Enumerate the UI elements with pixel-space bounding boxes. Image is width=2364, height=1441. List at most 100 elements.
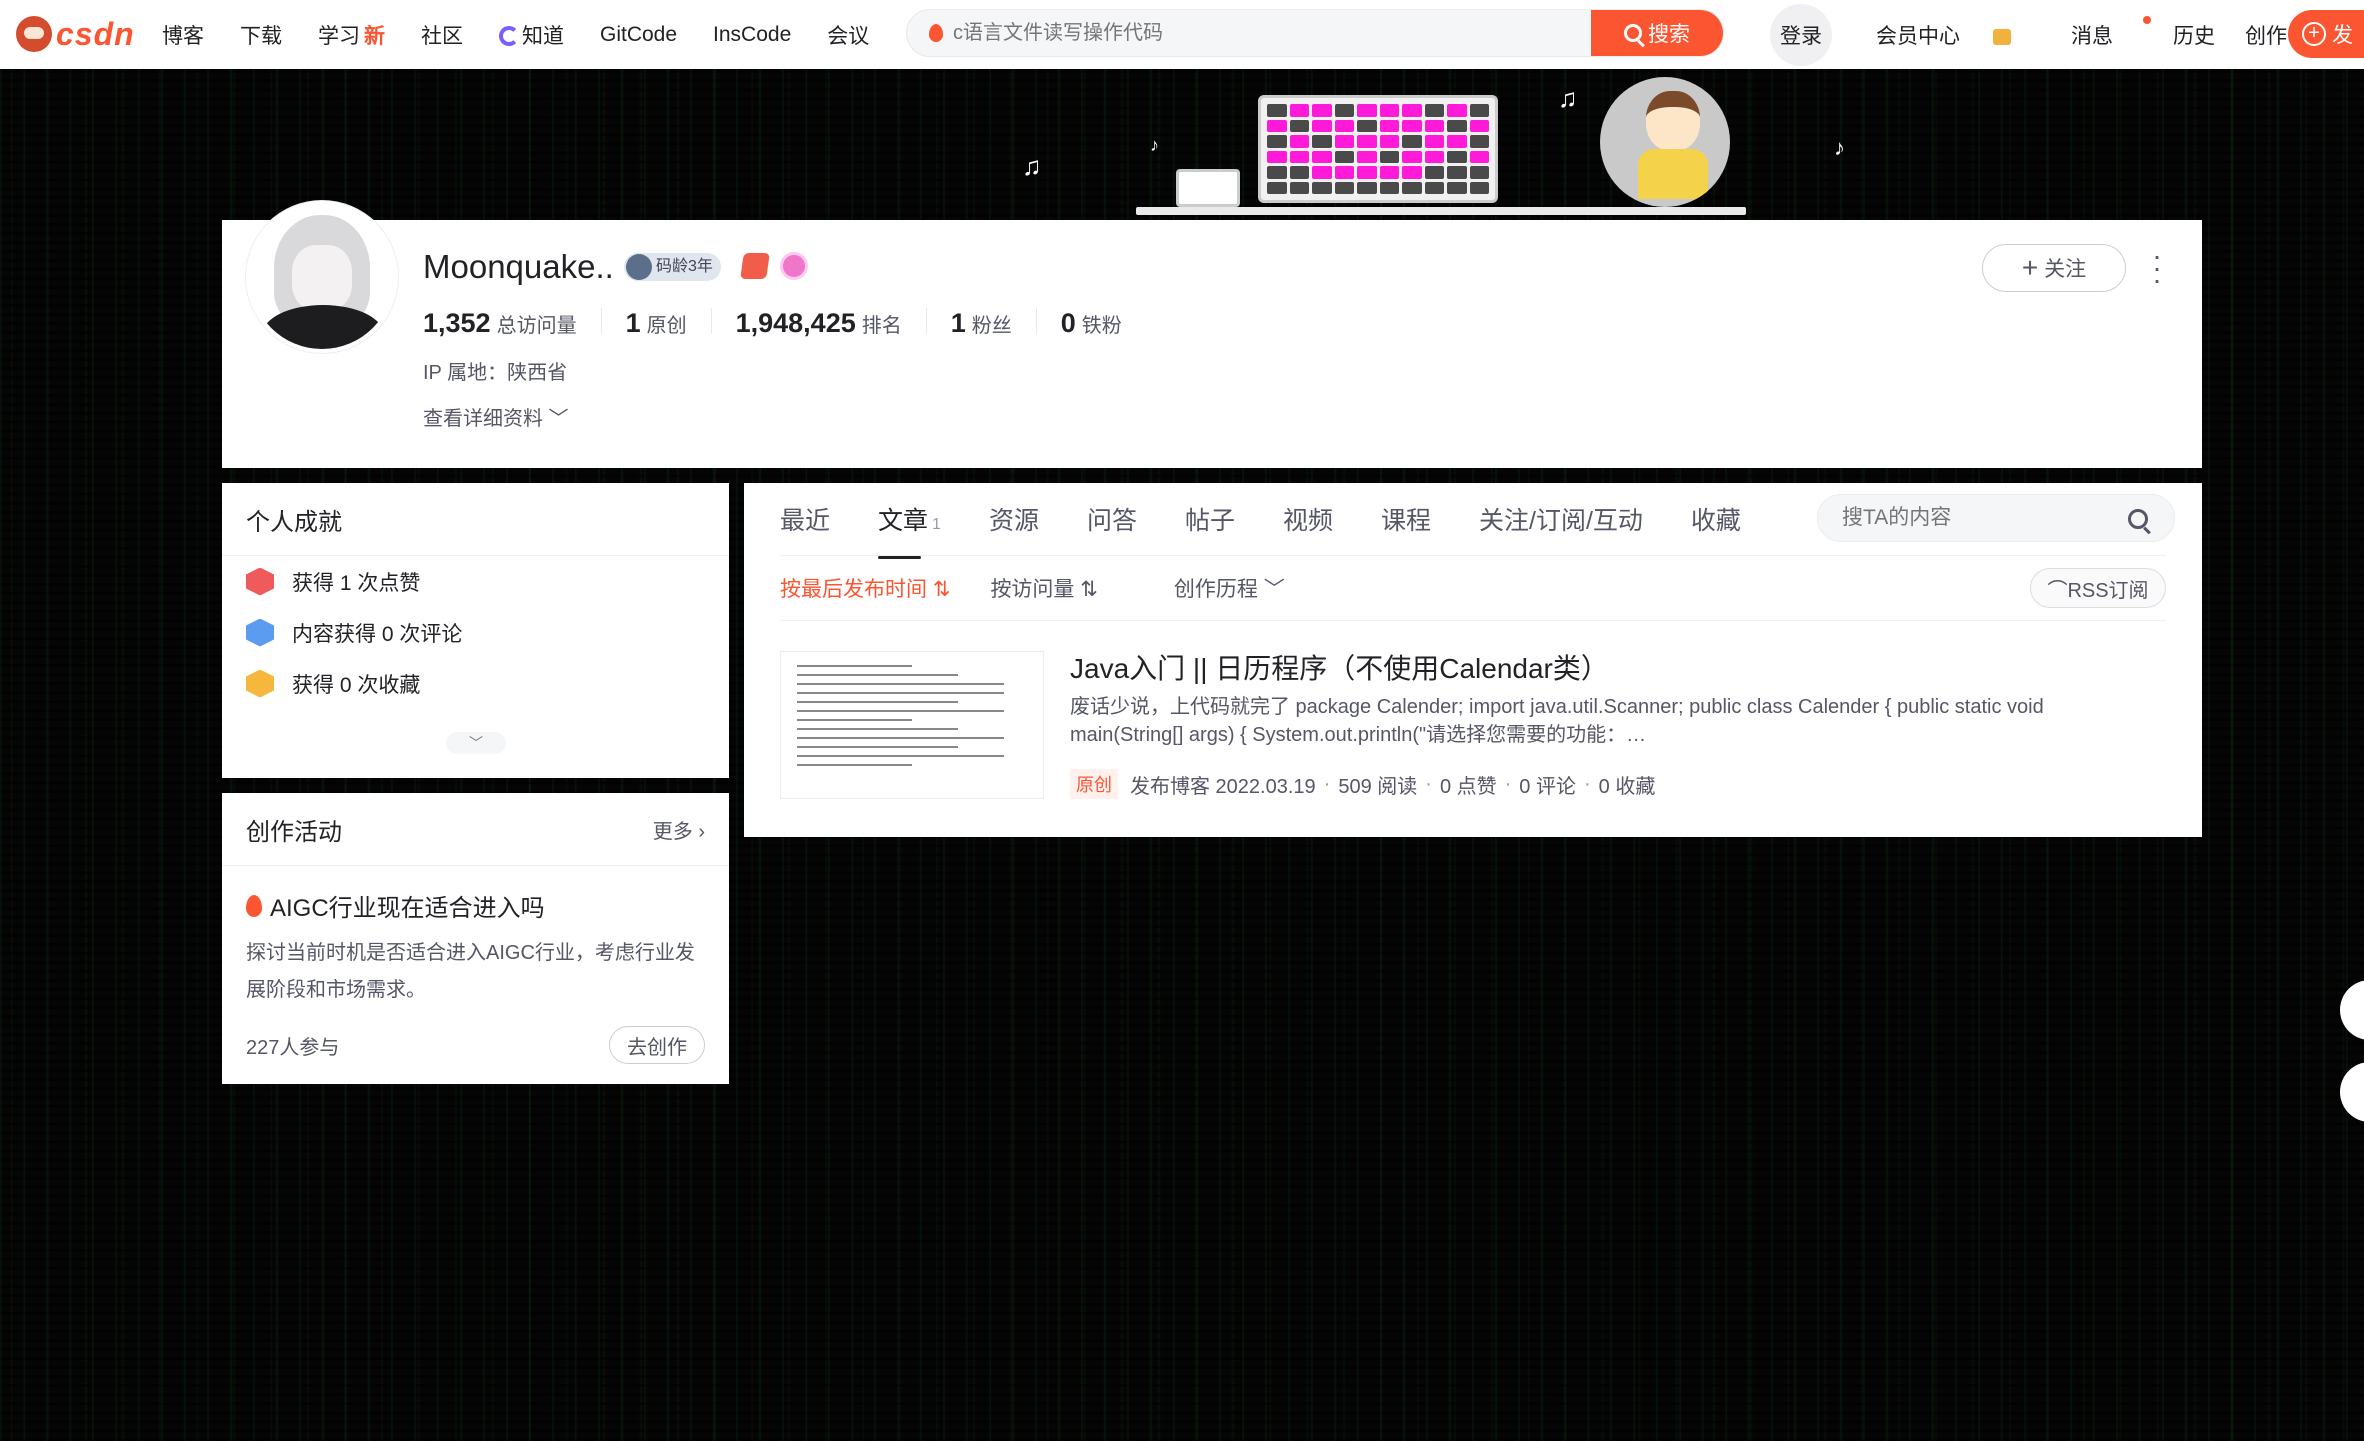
tab-courses[interactable]: 课程 <box>1381 501 1431 537</box>
creation-history-dropdown[interactable]: 创作历程 ﹀ <box>1174 573 1285 603</box>
search-icon[interactable] <box>2128 509 2148 529</box>
activity-footer: 227人参与 去创作 <box>246 1026 705 1064</box>
search-input[interactable] <box>953 10 1593 56</box>
profile-stats: 1,352 总访问量 1 原创 1,948,425 排名 1 粉丝 0 铁粉 <box>423 308 1146 338</box>
tab-posts[interactable]: 帖子 <box>1185 501 1235 537</box>
ip-location: IP 属地：陕西省 <box>423 362 568 384</box>
achievement-badge-icon[interactable] <box>780 252 808 280</box>
user-search-input[interactable] <box>1842 495 2122 541</box>
notification-dot <box>2143 15 2151 24</box>
stat-total-views: 1,352 总访问量 <box>423 308 577 338</box>
history-link[interactable]: 历史 <box>2173 20 2215 50</box>
publish-button[interactable]: + 发 <box>2288 10 2364 58</box>
avatar[interactable] <box>246 201 398 353</box>
favorite-count: 0 收藏 <box>1598 775 1656 798</box>
article-count: 1 <box>932 516 941 533</box>
participants-count: 227人参与 <box>246 1036 340 1059</box>
login-button[interactable]: 登录 <box>1770 4 1832 66</box>
more-options-icon[interactable]: · · · <box>2152 242 2162 294</box>
tab-qa[interactable]: 问答 <box>1087 501 1137 537</box>
stat-iron-fans: 0 铁粉 <box>1035 308 1146 338</box>
search-button[interactable]: 搜索 <box>1591 10 1723 56</box>
sort-views[interactable]: 按访问量 ⇅ <box>990 573 1097 603</box>
like-count: 0 点赞 <box>1439 775 1497 798</box>
tab-resources[interactable]: 资源 <box>989 501 1039 537</box>
original-tag: 原创 <box>1070 769 1118 799</box>
activity-description: 探讨当前时机是否适合进入AIGC行业，考虑行业发展阶段和市场需求。 <box>246 942 695 1001</box>
music-note-icon: ♪ <box>1150 135 1159 155</box>
zhidao-icon <box>499 25 519 46</box>
sidebar-tool-button[interactable] <box>2340 1062 2364 1122</box>
global-search: 搜索 <box>906 9 1724 57</box>
tab-favorites[interactable]: 收藏 <box>1691 501 1741 537</box>
view-details-link[interactable]: 查看详细资料 ﹀ <box>423 402 569 431</box>
music-note-icon: ♫ <box>1022 151 1042 181</box>
search-icon <box>1624 24 1642 42</box>
nav-item-community[interactable]: 社区 <box>421 20 463 50</box>
sort-bar: 按最后发布时间 ⇅ 按访问量 ⇅ 创作历程 ﹀ ⌒ RSS订阅 <box>780 555 2166 621</box>
profile-card: Moonquake.. 码龄3年 1,352 总访问量 1 原创 1,948,425… <box>222 201 2202 468</box>
article-thumbnail[interactable] <box>780 651 1044 799</box>
keyboard-illustration <box>1258 95 1498 203</box>
nav-item-download[interactable]: 下载 <box>240 20 282 50</box>
favorite-badge-icon <box>246 669 274 698</box>
plus-icon: + <box>2302 22 2326 46</box>
messages-link[interactable]: 消息 <box>2071 15 2151 50</box>
blog-badge-icon[interactable] <box>740 253 770 279</box>
user-content-search <box>1817 494 2175 542</box>
sidebar-tool-button[interactable] <box>2340 980 2364 1040</box>
achievements-title: 个人成就 <box>222 483 729 556</box>
main-nav: 博客 下载 学习新 社区 知道 GitCode InsCode 会议 <box>162 0 905 69</box>
like-badge-icon <box>246 567 274 596</box>
nav-item-blog[interactable]: 博客 <box>162 20 204 50</box>
csdn-mascot-icon <box>16 16 52 52</box>
new-badge: 新 <box>364 24 385 48</box>
more-link[interactable]: 更多 › <box>653 815 705 844</box>
chevron-down-icon: ﹀ <box>543 408 569 430</box>
creation-activity-card: 创作活动 更多 › AIGC行业现在适合进入吗 探讨当前时机是否适合进入AIGC行… <box>222 793 729 1084</box>
music-note-icon: ♪ <box>1834 135 1845 160</box>
stat-rank: 1,948,425 排名 <box>710 308 926 338</box>
tab-videos[interactable]: 视频 <box>1283 501 1333 537</box>
publish-date: 发布博客 2022.03.19 <box>1130 775 1316 798</box>
flame-icon <box>246 894 262 917</box>
tab-recent[interactable]: 最近 <box>780 501 830 537</box>
logo-text: csdn <box>56 15 135 52</box>
article-title[interactable]: Java入门 || 日历程序（不使用Calendar类） <box>1070 647 1609 687</box>
rss-subscribe-button[interactable]: ⌒ RSS订阅 <box>2030 568 2166 608</box>
nav-item-zhidao[interactable]: 知道 <box>499 20 564 50</box>
nav-item-gitcode[interactable]: GitCode <box>600 23 677 47</box>
sort-latest[interactable]: 按最后发布时间 ⇅ <box>780 573 950 603</box>
article-item[interactable]: Java入门 || 日历程序（不使用Calendar类） 废话少说，上代码就完了… <box>780 651 2166 799</box>
activity-header: 创作活动 更多 › <box>222 793 729 866</box>
user-nav: 会员中心 消息 历史 创作中心 <box>1876 0 2359 69</box>
comment-badge-icon <box>246 618 274 647</box>
gift-icon <box>1993 28 2011 45</box>
username: Moonquake.. <box>423 248 614 285</box>
desk-illustration <box>1136 207 1746 215</box>
achievement-likes: 获得 1 次点赞 <box>246 556 705 607</box>
stat-fans[interactable]: 1 粉丝 <box>925 308 1036 338</box>
rss-icon: ⌒ <box>2047 579 2068 602</box>
csdn-logo[interactable]: csdn <box>16 16 135 52</box>
expand-chevron-icon[interactable]: ﹀ <box>446 732 506 754</box>
code-age-badge[interactable]: 码龄3年 <box>624 253 721 281</box>
tab-follow-subscribe[interactable]: 关注/订阅/互动 <box>1479 501 1643 537</box>
top-navbar: csdn 博客 下载 学习新 社区 知道 GitCode InsCode 会议 … <box>0 0 2364 69</box>
go-create-button[interactable]: 去创作 <box>609 1026 705 1064</box>
content-panel: 最近 文章1 资源 问答 帖子 视频 课程 关注/订阅/互动 收藏 按最后发布时… <box>744 483 2202 837</box>
hot-flame-icon <box>929 24 943 42</box>
achievement-comments: 内容获得 0 次评论 <box>246 607 705 658</box>
article-meta: 原创 发布博客 2022.03.19 · 509 阅读 · 0 点赞 · 0 评论 · … <box>1070 769 1655 799</box>
follow-button[interactable]: + 关注 <box>1982 244 2126 292</box>
read-count: 509 阅读 <box>1338 775 1418 798</box>
article-summary: 废话少说，上代码就完了 package Calender; import jav… <box>1070 696 2044 746</box>
tab-articles[interactable]: 文章 1 <box>878 501 941 559</box>
vip-center-link[interactable]: 会员中心 <box>1876 20 2041 50</box>
comment-count: 0 评论 <box>1519 775 1576 798</box>
nav-item-learn[interactable]: 学习新 <box>318 20 385 50</box>
activity-topic[interactable]: AIGC行业现在适合进入吗 <box>246 888 705 923</box>
nav-item-inscode[interactable]: InsCode <box>713 23 791 47</box>
nav-item-meeting[interactable]: 会议 <box>827 20 869 50</box>
achievement-favorites: 获得 0 次收藏 <box>246 658 705 709</box>
